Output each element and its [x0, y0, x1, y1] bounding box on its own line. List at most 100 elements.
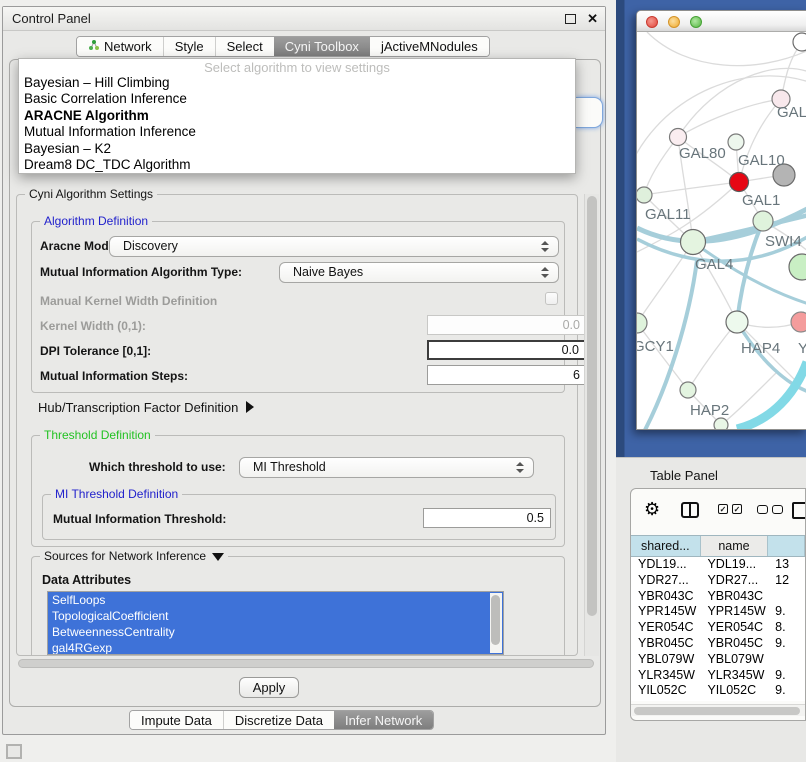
- table-row[interactable]: YBR045CYBR045C9.: [631, 636, 805, 652]
- network-node[interactable]: [753, 211, 773, 231]
- float-window-icon[interactable]: [565, 14, 576, 24]
- table-row[interactable]: YLR345WYLR345W9.: [631, 668, 805, 684]
- network-node[interactable]: [670, 129, 687, 146]
- attribute-item-betweennesscentrality[interactable]: BetweennessCentrality: [48, 624, 503, 640]
- table-row[interactable]: YER054CYER054C8.: [631, 620, 805, 636]
- tab-label: Discretize Data: [235, 713, 323, 728]
- control-panel-titlebar: Control Panel ✕: [3, 7, 605, 31]
- network-node[interactable]: [637, 187, 652, 203]
- table-cell: YER054C: [631, 620, 700, 636]
- sources-group-title[interactable]: Sources for Network Inference: [40, 549, 228, 563]
- hub-definition-expander[interactable]: Hub/Transcription Factor Definition: [38, 400, 254, 415]
- kernel-width-input[interactable]: 0.0: [427, 315, 587, 335]
- table-row[interactable]: YBL079WYBL079W: [631, 652, 805, 668]
- column-header-clipped[interactable]: [768, 536, 805, 556]
- network-node[interactable]: [791, 312, 806, 332]
- aracne-mode-select[interactable]: Discovery: [109, 236, 559, 257]
- network-node[interactable]: [730, 173, 749, 192]
- scrollbar-thumb[interactable]: [491, 595, 500, 645]
- threshold-definition-group: Threshold Definition Which threshold to …: [31, 435, 565, 547]
- mi-steps-label: Mutual Information Steps:: [40, 369, 188, 383]
- table-cell: 9.: [768, 636, 805, 652]
- deselect-all-icon[interactable]: [757, 505, 783, 514]
- network-node[interactable]: [680, 382, 696, 398]
- table-cell: YPR145W: [700, 604, 768, 620]
- tab-network[interactable]: Network: [77, 37, 163, 56]
- column-header-shared-[interactable]: shared...: [631, 536, 701, 556]
- tab-cyni-toolbox[interactable]: Cyni Toolbox: [274, 37, 370, 56]
- network-node[interactable]: [789, 254, 806, 280]
- tab-label: Infer Network: [345, 713, 422, 728]
- zoom-traffic-light-icon[interactable]: [690, 16, 702, 28]
- gear-icon[interactable]: ⚙: [644, 500, 660, 518]
- scrollbar-thumb[interactable]: [587, 196, 597, 616]
- network-node[interactable]: [681, 230, 706, 255]
- table-row[interactable]: YPR145WYPR145W9.: [631, 604, 805, 620]
- mi-type-select[interactable]: Naive Bayes: [279, 262, 559, 283]
- attribute-item-topologicalcoefficient[interactable]: TopologicalCoefficient: [48, 608, 503, 624]
- settings-horizontal-scrollbar[interactable]: [16, 658, 599, 669]
- group-title: Algorithm Definition: [40, 214, 152, 228]
- which-threshold-select[interactable]: MI Threshold: [239, 457, 534, 478]
- data-attributes-list[interactable]: SelfLoopsTopologicalCoefficientBetweenne…: [47, 591, 504, 655]
- tab-discretize-data[interactable]: Discretize Data: [223, 711, 334, 729]
- tab-infer-network[interactable]: Infer Network: [334, 711, 433, 729]
- group-title: Threshold Definition: [40, 428, 155, 442]
- tab-select[interactable]: Select: [215, 37, 274, 56]
- close-icon[interactable]: ✕: [587, 10, 598, 28]
- minimize-traffic-light-icon[interactable]: [668, 16, 680, 28]
- list-scrollbar[interactable]: [490, 593, 502, 653]
- network-node[interactable]: [714, 418, 728, 430]
- scrollbar-thumb[interactable]: [634, 707, 800, 715]
- tab-style[interactable]: Style: [163, 37, 215, 56]
- network-node[interactable]: [637, 313, 647, 333]
- table-row[interactable]: YIL052CYIL052C9.: [631, 683, 805, 699]
- document-icon[interactable]: [792, 502, 806, 519]
- table-row[interactable]: YDR27...YDR27...12: [631, 573, 805, 589]
- mi-threshold-input[interactable]: 0.5: [423, 508, 551, 528]
- table-cell: YER054C: [700, 620, 768, 636]
- table-toolbar: ⚙ ✓ ✓: [631, 489, 805, 535]
- mi-steps-input[interactable]: 6: [427, 365, 587, 385]
- table-panel-title: Table Panel: [650, 468, 718, 483]
- network-canvas[interactable]: GALGAL80GAL10GAL1SWI4GAL11GAL4GCY1HAP4YH…: [637, 32, 806, 430]
- table-row[interactable]: YDL19...YDL19...13: [631, 557, 805, 573]
- table-cell: YBL079W: [631, 652, 700, 668]
- attribute-item-selfloops[interactable]: SelfLoops: [48, 592, 503, 608]
- select-all-icon[interactable]: ✓ ✓: [718, 504, 742, 514]
- group-title: Cyni Algorithm Settings: [25, 187, 157, 201]
- table-panel-window: ⚙ ✓ ✓ shared...name YDL19...YDL19...13YD…: [630, 488, 806, 721]
- dropdown-item-mutual-information-inference[interactable]: Mutual Information Inference: [19, 124, 575, 140]
- scrollbar-thumb[interactable]: [18, 659, 594, 668]
- table-body: YDL19...YDL19...13YDR27...YDR27...12YBR0…: [631, 557, 805, 701]
- attribute-item-gal4rgexp[interactable]: gal4RGexp: [48, 640, 503, 655]
- table-row[interactable]: YBR043CYBR043C: [631, 589, 805, 605]
- dpi-tolerance-input[interactable]: 0.0: [427, 340, 587, 360]
- close-traffic-light-icon[interactable]: [646, 16, 658, 28]
- dropdown-item-aracne-algorithm[interactable]: ARACNE Algorithm: [19, 108, 575, 124]
- network-node[interactable]: [793, 33, 806, 51]
- group-title: MI Threshold Definition: [51, 487, 182, 501]
- columns-icon[interactable]: [681, 502, 699, 518]
- panel-grip-icon[interactable]: [6, 744, 22, 759]
- dropdown-item-basic-correlation-inference[interactable]: Basic Correlation Inference: [19, 91, 575, 107]
- dropdown-item-dream8-dc-tdc-algorithm[interactable]: Dream8 DC_TDC Algorithm: [19, 157, 575, 173]
- algorithm-definition-group: Algorithm Definition Aracne Mode: Discov…: [31, 221, 565, 393]
- column-header-name[interactable]: name: [701, 536, 769, 556]
- algorithm-combobox-fragment[interactable]: [576, 97, 603, 128]
- table-cell: 9.: [768, 604, 805, 620]
- manual-kernel-checkbox[interactable]: [545, 292, 558, 305]
- tab-jactivemnodules[interactable]: jActiveMNodules: [370, 37, 489, 56]
- network-node[interactable]: [726, 311, 748, 333]
- apply-button[interactable]: Apply: [239, 677, 299, 698]
- table-cell: 8.: [768, 620, 805, 636]
- dropdown-item-bayesian-k2[interactable]: Bayesian – K2: [19, 141, 575, 157]
- table-horizontal-scrollbar[interactable]: [631, 704, 805, 716]
- tab-impute-data[interactable]: Impute Data: [130, 711, 223, 729]
- settings-vertical-scrollbar[interactable]: [584, 194, 599, 656]
- table-cell: YDL19...: [631, 557, 700, 573]
- dropdown-item-bayesian-hill-climbing[interactable]: Bayesian – Hill Climbing: [19, 75, 575, 91]
- expand-arrow-icon: [246, 401, 254, 413]
- dropdown-placeholder: Select algorithm to view settings: [19, 60, 575, 75]
- network-node[interactable]: [728, 134, 744, 150]
